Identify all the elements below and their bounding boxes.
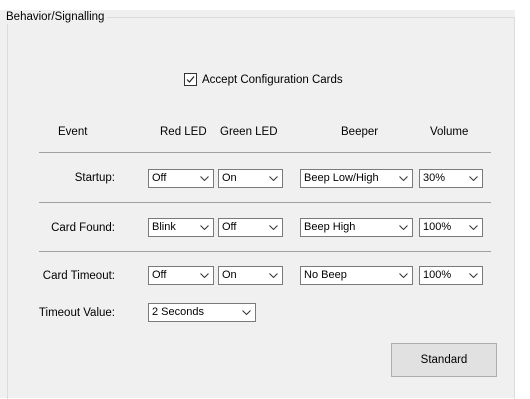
volume-value: 30% (423, 172, 446, 184)
accept-config-label: Accept Configuration Cards (202, 73, 343, 86)
beeper-select-card-timeout[interactable]: No Beep (300, 266, 413, 285)
chevron-down-icon (268, 219, 278, 236)
timeout-value: 2 Seconds (152, 306, 204, 318)
chevron-down-icon (398, 267, 408, 284)
volume-value: 100% (423, 221, 452, 233)
timeout-value-label: Timeout Value: (38, 307, 115, 319)
check-icon (186, 76, 195, 83)
accept-config-checkbox-row[interactable]: Accept Configuration Cards (184, 73, 343, 86)
separator (39, 251, 491, 252)
red-led-select-startup[interactable]: Off (148, 169, 214, 188)
red-led-select-card-found[interactable]: Blink (148, 218, 214, 237)
accept-config-checkbox[interactable] (184, 73, 197, 86)
chevron-down-icon (199, 219, 209, 236)
green-led-value: On (222, 269, 237, 281)
volume-value: 100% (423, 269, 452, 281)
green-led-value: Off (222, 221, 237, 233)
red-led-select-card-timeout[interactable]: Off (148, 266, 214, 285)
green-led-value: On (222, 172, 237, 184)
green-led-select-card-timeout[interactable]: On (218, 266, 283, 285)
beeper-value: No Beep (304, 269, 347, 281)
chevron-down-icon (199, 267, 209, 284)
row-label-card-found: Card Found: (51, 222, 115, 234)
standard-button[interactable]: Standard (391, 343, 497, 377)
beeper-value: Beep High (304, 221, 356, 233)
row-label-card-timeout: Card Timeout: (42, 270, 115, 282)
header-red-led: Red LED (160, 126, 207, 138)
group-title: Behavior/Signalling (3, 10, 108, 24)
chevron-down-icon (199, 170, 209, 187)
volume-select-startup[interactable]: 30% (419, 169, 483, 188)
header-event: Event (58, 126, 88, 138)
header-beeper: Beeper (341, 126, 379, 138)
chevron-down-icon (398, 170, 408, 187)
chevron-down-icon (241, 304, 251, 321)
volume-select-card-found[interactable]: 100% (419, 218, 483, 237)
red-led-value: Blink (152, 221, 176, 233)
red-led-value: Off (152, 269, 167, 281)
volume-select-card-timeout[interactable]: 100% (419, 266, 483, 285)
beeper-select-startup[interactable]: Beep Low/High (300, 169, 413, 188)
separator (39, 152, 491, 153)
chevron-down-icon (268, 170, 278, 187)
red-led-value: Off (152, 172, 167, 184)
green-led-select-startup[interactable]: On (218, 169, 283, 188)
header-volume: Volume (430, 126, 469, 138)
green-led-select-card-found[interactable]: Off (218, 218, 283, 237)
beeper-select-card-found[interactable]: Beep High (300, 218, 413, 237)
chevron-down-icon (398, 219, 408, 236)
chevron-down-icon (468, 267, 478, 284)
header-green-led: Green LED (220, 126, 278, 138)
chevron-down-icon (468, 219, 478, 236)
timeout-value-select[interactable]: 2 Seconds (148, 303, 256, 322)
row-label-startup: Startup: (74, 172, 115, 184)
chevron-down-icon (468, 170, 478, 187)
chevron-down-icon (268, 267, 278, 284)
separator (39, 202, 491, 203)
beeper-value: Beep Low/High (304, 172, 379, 184)
